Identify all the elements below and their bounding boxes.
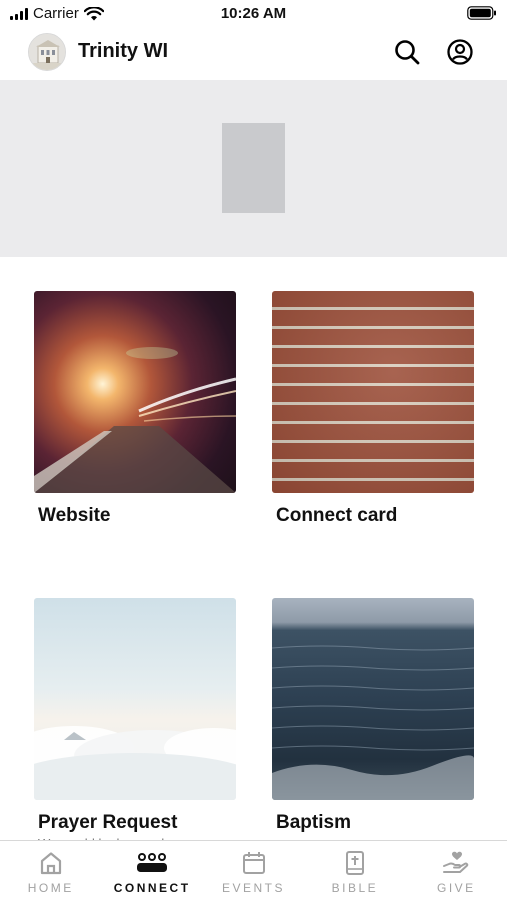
account-icon: [447, 39, 473, 65]
bottom-tab-bar: HOME CONNECT EVENTS BIBLE GIVE: [0, 840, 507, 900]
connect-card-image: [272, 291, 474, 493]
tile-label: Connect card: [276, 505, 398, 526]
account-button[interactable]: [444, 36, 476, 68]
tile-label: Baptism: [276, 812, 351, 833]
status-bar: Carrier 10:26 AM: [0, 0, 507, 28]
search-icon: [395, 40, 420, 65]
baptism-image: [272, 598, 474, 800]
app-header: Trinity WI: [0, 28, 507, 78]
tile-label: Prayer Request: [38, 812, 178, 833]
prayer-request-image: [34, 598, 236, 800]
tile-website[interactable]: Website: [34, 291, 236, 527]
tab-connect[interactable]: CONNECT: [101, 841, 202, 900]
tab-give[interactable]: GIVE: [406, 841, 507, 900]
tab-label: BIBLE: [331, 881, 379, 895]
tab-home[interactable]: HOME: [0, 841, 101, 900]
bible-icon: [345, 851, 364, 875]
tab-bible[interactable]: BIBLE: [304, 841, 405, 900]
status-time: 10:26 AM: [220, 5, 287, 22]
calendar-icon: [242, 852, 265, 874]
image-placeholder: [222, 123, 285, 213]
church-avatar[interactable]: [28, 33, 66, 71]
tile-connect-card[interactable]: Connect card: [272, 291, 474, 527]
home-icon: [40, 852, 61, 875]
tile-label: Website: [38, 505, 111, 526]
tile-prayer-request[interactable]: Prayer Request We would be honored...: [34, 598, 236, 842]
tab-label: HOME: [27, 881, 74, 895]
tab-label: CONNECT: [113, 881, 191, 895]
people-icon: [137, 853, 168, 872]
tile-baptism[interactable]: Baptism: [272, 598, 474, 834]
featured-banner[interactable]: [0, 80, 507, 257]
app-title: Trinity WI: [78, 40, 168, 62]
battery-icon: [467, 6, 497, 25]
search-button[interactable]: [391, 36, 423, 68]
tab-label: EVENTS: [222, 881, 286, 895]
give-icon: [443, 851, 469, 873]
tab-events[interactable]: EVENTS: [203, 841, 304, 900]
website-image: [34, 291, 236, 493]
tab-label: GIVE: [436, 881, 476, 895]
